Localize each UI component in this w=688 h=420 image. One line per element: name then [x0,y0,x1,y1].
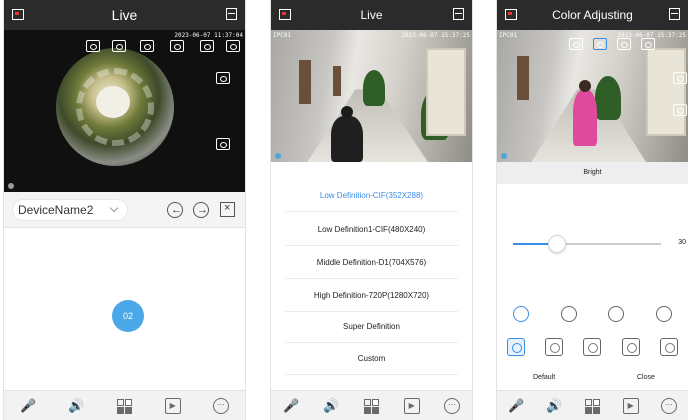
slider-knob[interactable] [548,235,567,253]
preset-standard-icon[interactable] [507,338,526,356]
top-bar: Live [271,0,472,30]
preset-custom-icon[interactable] [659,338,678,356]
page-title: Color Adjusting [552,8,633,22]
device-name: DeviceName2 [18,203,94,217]
adjust-mode-row [497,306,688,322]
speaker-icon[interactable]: 🔊 [68,398,84,414]
chevron-down-icon [109,203,119,213]
record-icon[interactable] [505,9,517,20]
status-dot [8,183,14,189]
playback-icon[interactable]: ▶ [164,397,181,414]
preset-soft-icon[interactable] [545,338,564,356]
brightness-slider[interactable] [513,235,661,253]
video-view[interactable]: 2023-06-07 11:37:04 [4,30,245,192]
resolution-option[interactable]: Custom [285,343,458,375]
osd-timestamp: 2023-06-07 11:37:04 [174,32,243,39]
camera-icon[interactable] [673,72,687,84]
menu-icon[interactable] [453,8,464,20]
status-dot [275,153,281,159]
osd-channel: IPC01 [273,32,292,39]
page-title: Live [111,7,138,23]
action-row: Default Close [497,368,688,390]
default-button[interactable]: Default [533,374,555,381]
channel-badge[interactable]: 02 [112,300,144,332]
microphone-icon[interactable]: 🎤 [20,398,36,414]
resolution-option[interactable]: Middle Definition-D1(704X576) [285,247,458,279]
capture-frame-icon[interactable] [641,38,655,50]
device-row: DeviceName2 ← → × [4,192,245,228]
eye-icon[interactable] [112,40,126,52]
resolution-option[interactable]: Low Definition-CIF(352X288) [285,180,458,212]
speaker-icon[interactable]: 🔊 [323,398,339,414]
settings-icon[interactable] [140,40,154,52]
live-screen-fisheye: Live 2023-06-07 11:37:04 DeviceName2 ← →… [3,0,246,420]
resolution-option[interactable]: High Definition-720P(1280X720) [285,280,458,312]
resolution-option[interactable]: Low Definition1-CIF(480X240) [285,214,458,246]
preset-vivid-icon[interactable] [621,338,640,356]
video-record-icon[interactable] [216,138,230,150]
video-view[interactable]: IPC01 2023-06-07 15:37:25 [497,30,688,162]
status-dot [501,153,507,159]
preset-row [497,338,688,356]
resolution-option[interactable]: Super Definition [285,311,458,343]
fisheye-image [56,48,174,166]
brightness-icon[interactable] [512,306,529,322]
sharpness-icon[interactable] [608,306,625,322]
camera-scene-image [271,30,472,162]
prev-arrow-icon: ← [171,204,182,216]
close-button[interactable]: × [220,202,235,217]
menu-icon[interactable] [669,8,680,20]
more-icon[interactable]: ⋯ [660,397,677,414]
more-icon[interactable]: ⋯ [443,397,460,414]
grid-icon[interactable] [116,398,132,414]
video-view[interactable]: IPC01 2023-06-07 15:37:25 [271,30,472,162]
playback-icon[interactable]: ▶ [622,397,639,414]
record-icon[interactable] [279,9,291,20]
osd-channel: IPC01 [499,32,518,39]
playback-icon[interactable]: ▶ [403,397,420,414]
saturation-icon[interactable] [560,306,577,322]
dome-icon[interactable] [617,38,631,50]
device-select[interactable]: DeviceName2 [12,199,128,221]
next-arrow-icon: → [197,204,208,216]
menu-icon[interactable] [226,8,237,20]
mode-icon[interactable] [86,40,100,52]
color-adjusting-screen: Color Adjusting IPC01 2023-06-07 15:37:2… [496,0,688,420]
fullscreen-icon[interactable] [226,40,240,52]
close-button[interactable]: Close [637,374,655,381]
next-button[interactable]: → [193,202,209,218]
contrast-icon[interactable] [656,306,673,322]
live-screen-resolution: Live IPC01 2023-06-07 15:37:25 Low Defin… [270,0,473,420]
prev-button[interactable]: ← [167,202,183,218]
top-bar: Color Adjusting [497,0,688,30]
record-icon[interactable] [12,9,24,20]
close-icon: × [224,202,231,214]
microphone-icon[interactable]: 🎤 [508,398,524,414]
slider-label: Bright [497,162,688,184]
speaker-icon[interactable]: 🔊 [546,398,562,414]
mode-icon[interactable] [569,38,583,50]
osd-timestamp: 2023-06-07 15:37:25 [401,32,470,39]
bottom-toolbar: 🎤 🔊 ▶ ⋯ [271,390,472,420]
video-record-icon[interactable] [673,104,687,116]
preset-bright-icon[interactable] [583,338,602,356]
more-icon[interactable]: ⋯ [212,397,229,414]
page-title: Live [360,8,383,22]
microphone-icon[interactable]: 🎤 [283,398,299,414]
grid-icon[interactable] [584,398,600,414]
bottom-toolbar: 🎤 🔊 ▶ ⋯ [497,390,688,420]
top-bar: Live [4,0,245,30]
grid-icon[interactable] [363,398,379,414]
bottom-toolbar: 🎤 🔊 ▶ ⋯ [4,390,245,420]
camera-icon[interactable] [216,72,230,84]
dome-icon[interactable] [170,40,184,52]
slider-value: 30 [678,239,686,246]
camera-scene-image [497,30,688,162]
capture-frame-icon[interactable] [200,40,214,52]
color-adjust-icon[interactable] [593,38,607,50]
